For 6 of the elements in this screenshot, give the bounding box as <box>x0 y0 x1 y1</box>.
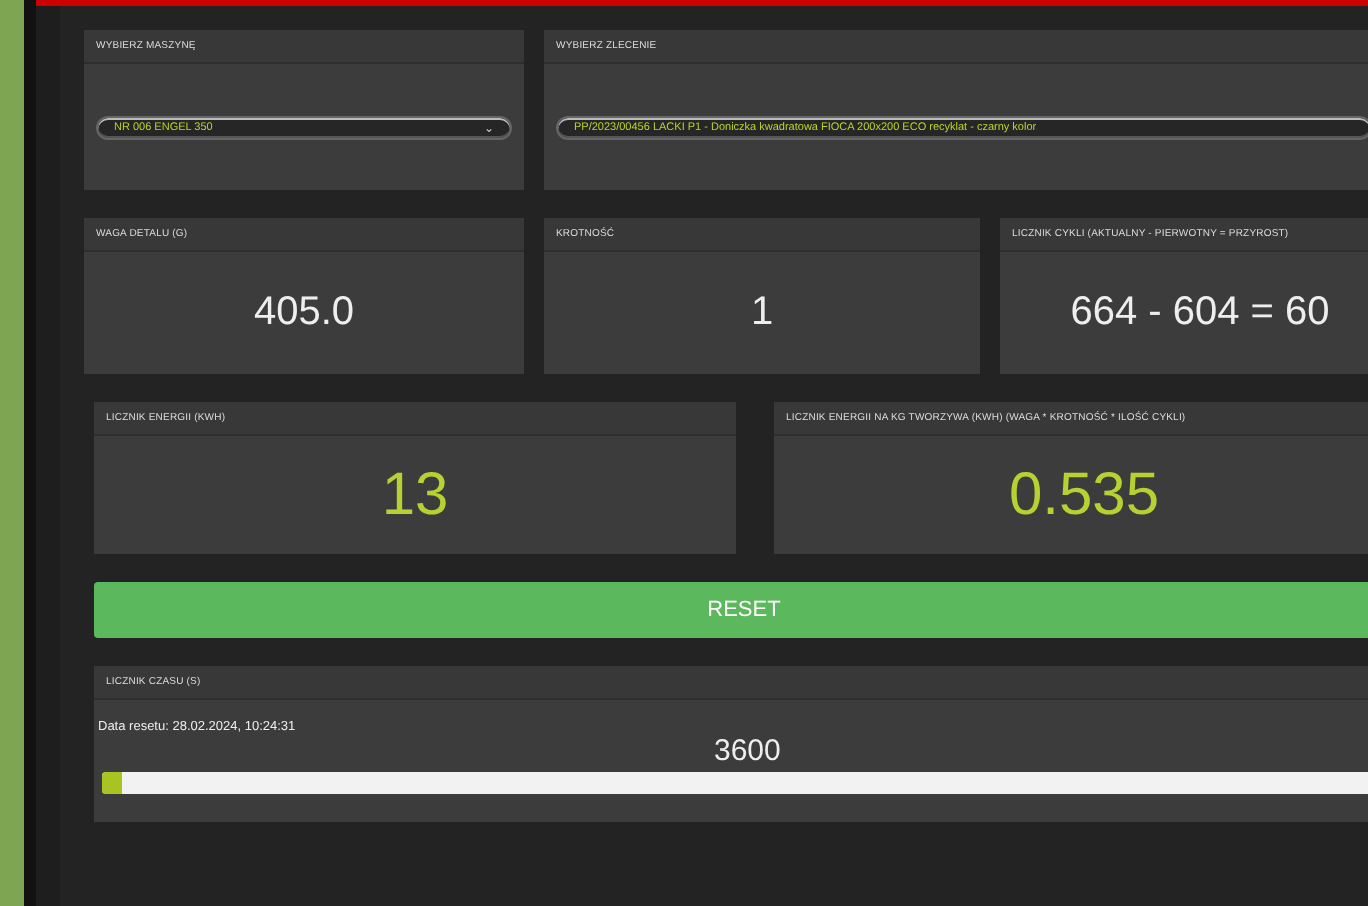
counter-value: 664 - 604 = 60 <box>1068 290 1332 336</box>
counter-value: 0.535 <box>1006 461 1162 529</box>
counter-value: 405.0 <box>251 290 357 336</box>
counter-value: 13 <box>379 461 451 529</box>
counter-value: 1 <box>748 290 776 336</box>
timer-value: 3600 <box>714 734 783 768</box>
